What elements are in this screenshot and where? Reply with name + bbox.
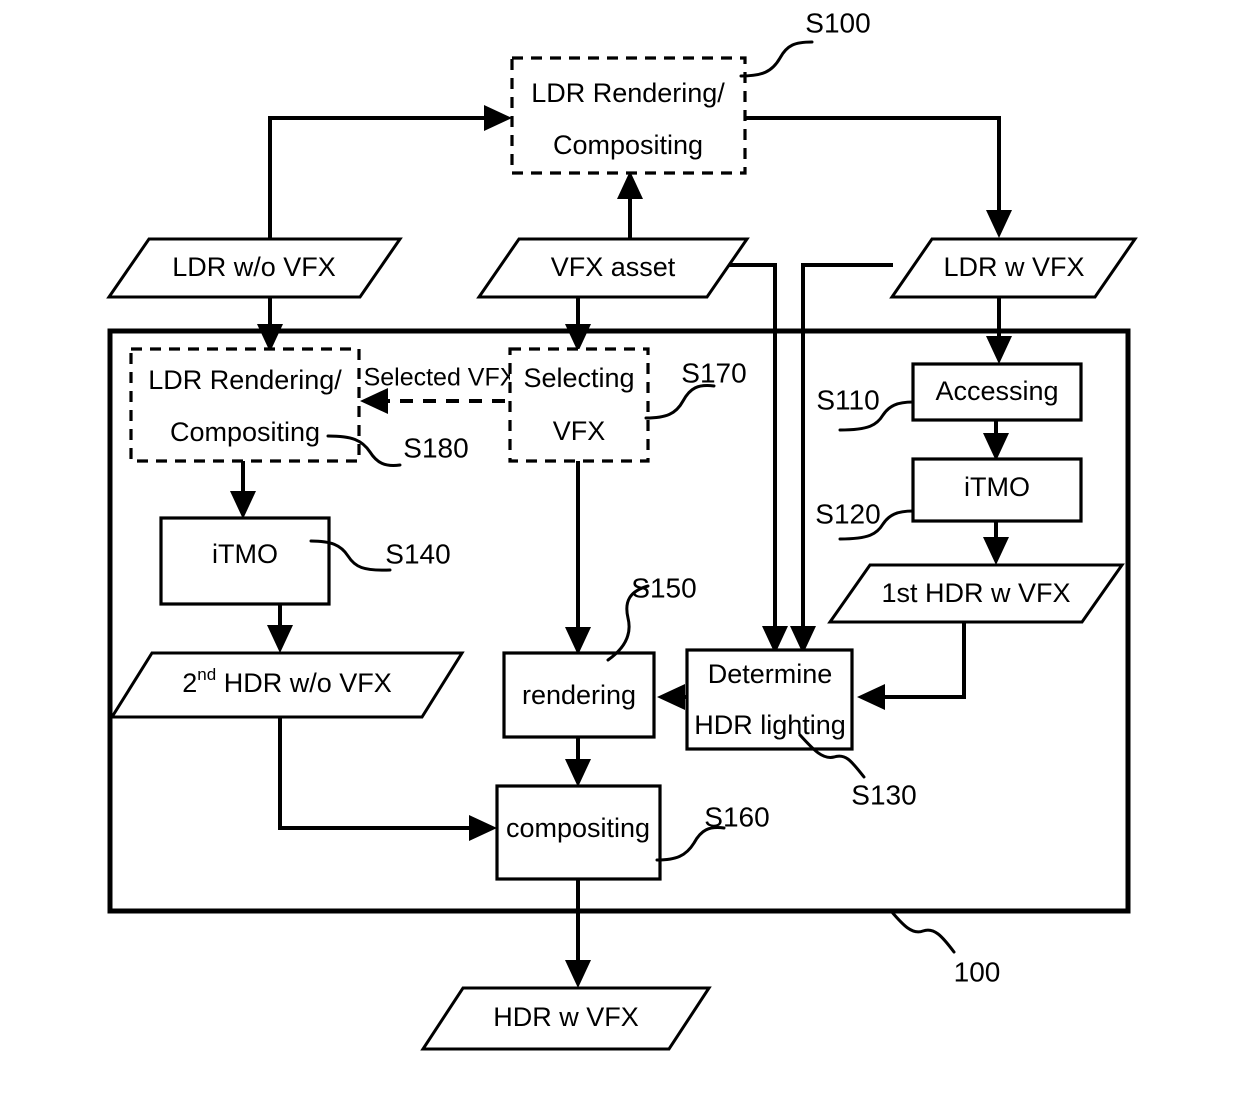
second-hdr-suffix: HDR w/o VFX — [216, 668, 392, 698]
edge-label-selected-vfx: Selected VFX — [364, 364, 517, 392]
arrowhead-into-ldrwvfx — [986, 210, 1012, 238]
leader-system-100 — [889, 909, 956, 954]
node-selecting-vfx-line1: Selecting — [523, 363, 634, 393]
ref-label-s160: S160 — [704, 801, 769, 832]
node-ldr-rendering-top-line1: LDR Rendering/ — [531, 78, 725, 108]
arrowhead-into-rendering — [565, 627, 591, 655]
ref-label-s110: S110 — [816, 384, 879, 415]
ref-label-s140: S140 — [385, 538, 450, 569]
flowchart-canvas: LDR Rendering/ Compositing S100 LDR w/o … — [106, 7, 1138, 1051]
node-vfx-asset-label: VFX asset — [551, 252, 676, 282]
node-ldr-wo-vfx[interactable]: LDR w/o VFX — [106, 237, 403, 299]
second-hdr-prefix: 2 — [182, 668, 197, 698]
node-accessing[interactable]: Accessing — [911, 362, 1083, 422]
ref-label-system-100: 100 — [954, 956, 1001, 987]
node-itmo-left-label: iTMO — [212, 539, 278, 569]
node-compositing[interactable]: compositing — [495, 784, 662, 881]
node-determine-hdr-lighting[interactable]: Determine HDR lighting — [685, 648, 854, 751]
node-ldr-rendering-top[interactable]: LDR Rendering/ Compositing — [510, 56, 747, 175]
node-selecting-vfx[interactable]: Selecting VFX — [508, 347, 650, 463]
node-rendering[interactable]: rendering — [502, 651, 656, 739]
second-hdr-sup: nd — [197, 665, 216, 684]
node-hdr-w-vfx-out[interactable]: HDR w VFX — [420, 986, 712, 1051]
node-itmo-right[interactable]: iTMO — [911, 457, 1083, 523]
node-ldr-w-vfx-label: LDR w VFX — [943, 252, 1084, 282]
node-ldr-wo-vfx-label: LDR w/o VFX — [172, 252, 336, 282]
arrowhead-into-s100 — [484, 105, 512, 131]
node-determine-line1: Determine — [708, 659, 833, 689]
edge-1sthdr-to-determine — [883, 622, 966, 699]
edge-vfxasset-to-determine — [706, 263, 777, 628]
arrowhead-into-itmo-right — [983, 433, 1009, 461]
ref-label-s120: S120 — [815, 498, 880, 529]
edge-ldrwovfx-to-s100 — [268, 116, 491, 240]
node-first-hdr-w-vfx[interactable]: 1st HDR w VFX — [827, 563, 1125, 624]
ref-label-s150: S150 — [631, 572, 696, 603]
arrowhead-into-compositing-left — [469, 815, 497, 841]
arrowhead-into-rendering-right — [657, 684, 685, 710]
ref-label-s170: S170 — [681, 357, 746, 388]
arrowhead-vfxasset-up — [617, 171, 643, 199]
node-accessing-label: Accessing — [935, 376, 1058, 406]
node-first-hdr-w-vfx-label: 1st HDR w VFX — [881, 578, 1070, 608]
arrowhead-selected-vfx — [360, 388, 388, 414]
arrowhead-into-1sthdr — [983, 537, 1009, 565]
arrowhead-into-determine-right — [857, 684, 885, 710]
arrowhead-into-compositing-top — [565, 759, 591, 787]
node-ldr-rendering-inner-line2: Compositing — [170, 417, 320, 447]
ref-label-s130: S130 — [851, 779, 916, 810]
node-vfx-asset[interactable]: VFX asset — [476, 237, 750, 299]
node-ldr-rendering-top-line2: Compositing — [553, 130, 703, 160]
leader-s100 — [739, 40, 814, 78]
node-ldr-w-vfx[interactable]: LDR w VFX — [889, 237, 1138, 299]
arrowhead-into-2ndhdr — [267, 625, 293, 653]
patent-figure: LDR Rendering/ Compositing S100 LDR w/o … — [0, 0, 1240, 1099]
ref-label-s180: S180 — [403, 432, 468, 463]
edge-2ndhdr-to-compositing — [278, 718, 473, 830]
node-ldr-rendering-inner[interactable]: LDR Rendering/ Compositing — [129, 347, 361, 463]
node-second-hdr-wo-vfx[interactable]: 2nd HDR w/o VFX — [109, 651, 465, 719]
node-rendering-label: rendering — [522, 680, 636, 710]
arrowhead-into-hdr-output — [565, 960, 591, 988]
node-determine-line2: HDR lighting — [694, 710, 846, 740]
node-hdr-w-vfx-out-label: HDR w VFX — [493, 1002, 639, 1032]
arrowhead-into-itmo-left — [230, 491, 256, 519]
ref-label-s100: S100 — [805, 7, 870, 38]
arrowhead-into-accessing — [986, 336, 1012, 364]
node-itmo-right-label: iTMO — [964, 472, 1030, 502]
leader-s170 — [644, 384, 716, 420]
node-ldr-rendering-inner-line1: LDR Rendering/ — [148, 365, 342, 395]
node-compositing-label: compositing — [506, 813, 650, 843]
node-itmo-left[interactable]: iTMO — [159, 516, 331, 606]
edge-s100-to-ldrwvfx — [745, 116, 1001, 213]
node-selecting-vfx-line2: VFX — [553, 416, 606, 446]
